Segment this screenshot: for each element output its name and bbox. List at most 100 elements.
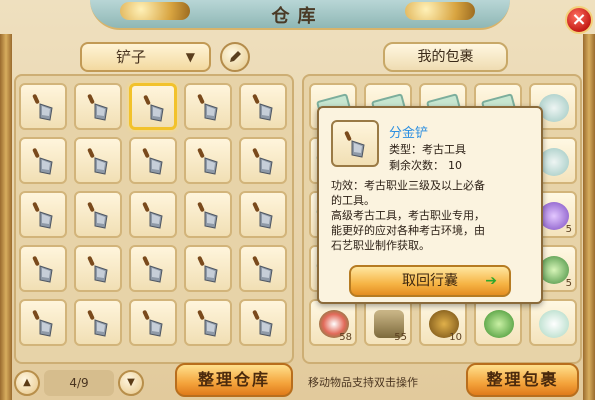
warehouse-slot[interactable] [74,299,122,346]
shovel-icon [252,202,273,229]
game-window: { "window": {"title": "仓库", "close_label… [0,0,595,400]
item-count: 58 [339,332,352,343]
shovel-icon [32,310,53,337]
desc-line: 能更好的应对各种考古环境，由 [331,224,485,237]
warehouse-slot[interactable] [19,83,67,130]
shovel-icon [87,202,108,229]
charm-icon [539,94,569,122]
page-indicator: 4/9 [44,370,114,396]
shovel-icon [252,94,273,121]
shovel-icon [87,256,108,283]
retrieve-label: 取回行囊 [402,273,458,289]
desc-line: 石艺职业制作获取。 [331,239,430,252]
sort-warehouse-button[interactable]: 整理仓库 [175,363,293,397]
tooltip-description: 功效：考古职业三级及以上必备 的工具。 高级考古工具，考古职业专用， 能更好的应… [331,178,531,253]
chevron-down-icon: ▼ [185,50,195,64]
warehouse-slot[interactable] [184,191,232,238]
category-dropdown[interactable]: 铲子 ▼ [80,42,211,72]
item-count: 55 [394,332,407,343]
category-label: 铲子 [116,48,147,66]
shovel-icon [143,95,164,122]
item-count: 5 [565,278,572,289]
warehouse-slot[interactable] [19,245,67,292]
desc-line: 的工具。 [331,194,375,207]
right-frame [583,34,595,400]
bag-slot[interactable]: 10 [419,299,467,346]
warehouse-slot[interactable] [74,83,122,130]
warehouse-slot[interactable] [129,191,177,238]
item-tooltip: 分金铲 类型：考古工具 剩余次数： 10 功效：考古职业三级及以上必备 的工具。 … [317,106,543,304]
warehouse-slot[interactable] [184,299,232,346]
shovel-icon [142,256,163,283]
warehouse-slot[interactable] [19,191,67,238]
rename-button[interactable] [220,42,250,72]
warehouse-slot[interactable] [184,137,232,184]
warehouse-slot[interactable] [74,245,122,292]
tooltip-uses-value: 10 [448,159,462,172]
page-prev-button[interactable]: ▲ [14,370,40,396]
shovel-icon [142,148,163,175]
arrow-right-icon: ➔ [485,273,497,289]
bag-slot[interactable]: 58 [309,299,357,346]
warehouse-slot[interactable] [19,299,67,346]
warehouse-slot[interactable] [239,191,287,238]
retrieve-to-bag-button[interactable]: 取回行囊 ➔ [349,265,511,297]
warehouse-slot[interactable] [129,299,177,346]
shovel-icon [32,256,53,283]
shovel-icon [197,148,218,175]
shovel-icon [87,94,108,121]
window-title: 仓库 [271,6,324,27]
warehouse-slot[interactable] [19,137,67,184]
close-button[interactable]: × [565,6,593,34]
bag-slot[interactable]: 55 [364,299,412,346]
tooltip-item-type: 类型：考古工具 [389,143,466,156]
item-count: 5 [565,224,572,235]
warehouse-slot[interactable] [239,245,287,292]
warehouse-slot[interactable] [239,83,287,130]
shovel-icon [32,202,53,229]
bag-title: 我的包裹 [383,42,508,72]
warehouse-slot[interactable] [129,245,177,292]
shovel-icon [197,94,218,121]
shovel-icon [32,94,53,121]
herb-icon [539,256,569,284]
shovel-icon [142,202,163,229]
warehouse-slot[interactable] [184,245,232,292]
shovel-icon [87,310,108,337]
shovel-icon [32,148,53,175]
shovel-icon [197,202,218,229]
tooltip-item-slot [331,120,379,167]
jade-icon [539,310,569,338]
warehouse-slot[interactable] [184,83,232,130]
shovel-icon [87,148,108,175]
warehouse-slot[interactable] [74,137,122,184]
hint-text: 移动物品支持双击操作 [308,376,418,389]
tooltip-item-uses: 剩余次数： 10 [389,157,462,173]
shovel-icon [197,256,218,283]
tooltip-item-name: 分金铲 [389,126,429,141]
pen-icon [230,51,241,62]
warehouse-slot[interactable] [74,191,122,238]
shovel-icon [252,148,273,175]
gem-icon [539,202,569,230]
shovel-icon [252,310,273,337]
shovel-icon [197,310,218,337]
desc-line: 高级考古工具，考古职业专用， [331,209,485,222]
warehouse-slot[interactable] [129,83,177,130]
left-frame [0,34,12,400]
item-count: 10 [449,332,462,343]
bag-slot[interactable] [529,299,577,346]
warehouse-grid [19,83,287,346]
bag-slot[interactable] [474,299,522,346]
warehouse-slot[interactable] [239,137,287,184]
page-next-button[interactable]: ▼ [118,370,144,396]
shovel-icon [344,131,365,158]
desc-line: 功效：考古职业三级及以上必备 [331,179,485,192]
shovel-icon [142,310,163,337]
leaf-icon [484,310,514,338]
charm-icon [539,148,569,176]
sort-bag-button[interactable]: 整理包裹 [466,363,579,397]
tooltip-uses-label: 剩余次数： [389,159,444,172]
warehouse-slot[interactable] [129,137,177,184]
warehouse-slot[interactable] [239,299,287,346]
